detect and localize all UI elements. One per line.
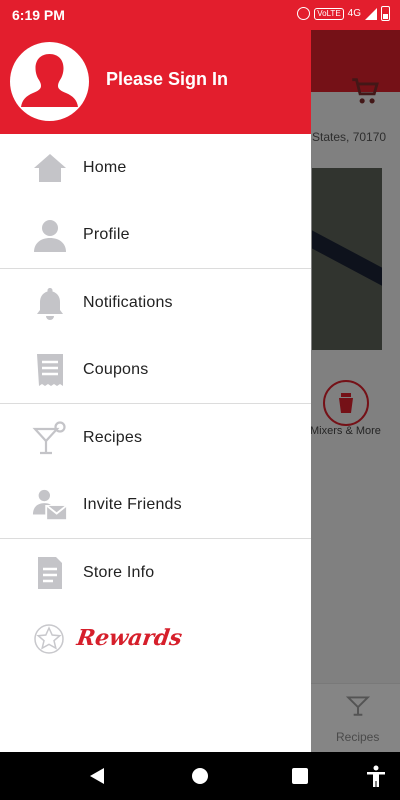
home-button-icon[interactable] — [192, 768, 208, 784]
battery-icon — [381, 6, 390, 21]
menu-item-invite-friends[interactable]: Invite Friends — [0, 471, 311, 538]
person-icon — [32, 217, 68, 253]
default-avatar-icon — [21, 54, 78, 107]
recents-icon[interactable] — [292, 768, 308, 784]
status-time: 6:19 PM — [12, 7, 65, 23]
invite-icon — [32, 487, 68, 523]
navigation-drawer: Please Sign In Home Profile Notification… — [0, 30, 311, 752]
system-nav-bar — [0, 752, 400, 800]
network-type: 4G — [347, 8, 361, 19]
drawer-header[interactable]: Please Sign In — [0, 30, 311, 134]
menu-label-notifications: Notifications — [83, 293, 173, 311]
avatar[interactable] — [10, 42, 89, 121]
alarm-icon — [297, 7, 311, 20]
signal-icon — [365, 7, 377, 20]
menu-item-profile[interactable]: Profile — [0, 201, 311, 268]
star-icon — [34, 624, 64, 654]
menu-label-coupons: Coupons — [83, 360, 149, 378]
menu-label-recipes: Recipes — [83, 428, 143, 446]
menu-item-notifications[interactable]: Notifications — [0, 269, 311, 336]
rewards-label: Rewards — [75, 625, 184, 651]
document-icon — [32, 555, 68, 591]
menu-item-home[interactable]: Home — [0, 134, 311, 201]
cocktail-icon — [32, 420, 68, 456]
menu-label-invite-friends: Invite Friends — [83, 495, 182, 513]
home-icon — [32, 150, 68, 186]
menu-label-profile: Profile — [83, 225, 130, 243]
menu-item-coupons[interactable]: Coupons — [0, 336, 311, 403]
menu-label-home: Home — [83, 158, 127, 176]
menu-item-store-info[interactable]: Store Info — [0, 539, 311, 606]
menu-label-store-info: Store Info — [83, 563, 155, 581]
back-icon[interactable] — [90, 768, 104, 784]
rewards-link[interactable]: Rewards — [0, 613, 311, 663]
volte-icon: VoLTE — [314, 7, 344, 20]
bell-icon — [32, 285, 68, 321]
receipt-icon — [32, 352, 68, 388]
accessibility-icon[interactable] — [366, 765, 386, 787]
status-bar: 6:19 PM VoLTE 4G — [0, 0, 400, 30]
menu-item-recipes[interactable]: Recipes — [0, 404, 311, 471]
sign-in-label[interactable]: Please Sign In — [106, 69, 228, 90]
